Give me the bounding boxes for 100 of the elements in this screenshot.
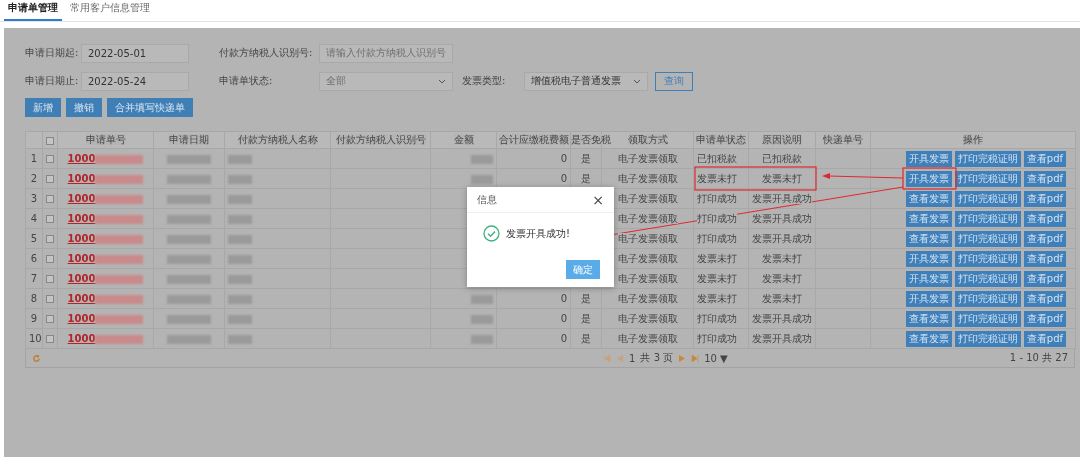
field-label: 发票类型: (462, 74, 507, 88)
order-number-link[interactable]: 1000 (67, 193, 96, 204)
row-action-button[interactable]: 查看pdf (1023, 270, 1066, 287)
redacted-mark (228, 194, 252, 204)
table-cell: 发票开具成功 (752, 332, 812, 344)
table-cell: 0 (560, 333, 567, 344)
row-action-button[interactable]: 查看发票 (905, 330, 952, 347)
row-action-button[interactable]: 查看pdf (1023, 210, 1066, 227)
row-action-button[interactable]: 打印完税证明 (954, 230, 1021, 247)
table-cell: 发票开具成功 (752, 212, 812, 224)
table-cell: 打印成功 (697, 232, 737, 244)
action-button[interactable]: 新增 (25, 98, 61, 117)
row-action-button[interactable]: 查看pdf (1023, 310, 1066, 327)
row-action-button[interactable]: 打印完税证明 (954, 190, 1021, 207)
row-action-button[interactable]: 打印完税证明 (954, 210, 1021, 227)
row-action-button[interactable]: 打印完税证明 (954, 310, 1021, 327)
date-field[interactable]: 2022-05-24 (81, 71, 189, 91)
invoice-type-select[interactable]: 增值税电子普通发票 (524, 71, 648, 91)
order-number-link[interactable]: 1000 (67, 213, 96, 224)
column-header: 是否免税 (571, 134, 611, 145)
row-action-button[interactable]: 查看pdf (1023, 190, 1066, 207)
order-number-link[interactable]: 1000 (67, 273, 96, 284)
checkbox[interactable] (46, 255, 54, 263)
checkbox[interactable] (46, 275, 54, 283)
checkbox[interactable] (46, 235, 54, 243)
row-action-button[interactable]: 查看发票 (905, 310, 952, 327)
column-header: 申请单状态 (696, 134, 746, 145)
row-action-button[interactable]: 查看发票 (905, 210, 952, 227)
last-page-icon[interactable] (691, 354, 700, 362)
row-action-button[interactable]: 开具发票 (905, 170, 952, 187)
table-cell: 电子发票领取 (617, 212, 678, 224)
tab[interactable]: 常用客户信息管理 (66, 1, 154, 21)
field-label: 申请日期起: (25, 46, 80, 60)
row-action-button[interactable]: 查看pdf (1023, 250, 1066, 267)
row-number: 4 (30, 213, 38, 224)
row-action-button[interactable]: 查看pdf (1023, 330, 1066, 347)
checkbox[interactable] (46, 155, 54, 163)
row-action-button[interactable]: 查看pdf (1023, 290, 1066, 307)
input-field[interactable]: 请输入付款方纳税人识别号 (319, 43, 453, 63)
table-cell: 电子发票领取 (617, 332, 678, 344)
checkbox[interactable] (46, 136, 54, 145)
row-action-button[interactable]: 打印完税证明 (954, 250, 1021, 267)
row-action-button[interactable]: 开具发票 (905, 290, 952, 307)
order-number-link[interactable]: 1000 (67, 313, 96, 324)
table-cell: 电子发票领取 (617, 272, 678, 284)
row-action-button[interactable]: 打印完税证明 (954, 170, 1021, 187)
status-select[interactable]: 全部 (319, 71, 453, 91)
row-action-button[interactable]: 查看pdf (1023, 150, 1066, 167)
redacted-mark (471, 174, 493, 184)
redacted-mark (167, 194, 211, 204)
row-number: 1 (30, 153, 38, 164)
confirm-button[interactable]: 确定 (566, 260, 600, 279)
column-header: 申请单号 (85, 134, 126, 145)
table-cell: 是 (581, 172, 591, 184)
page-size-select[interactable]: 10 ▼ (704, 352, 728, 364)
date-field[interactable]: 2022-05-01 (81, 43, 189, 63)
row-number: 9 (30, 313, 38, 324)
checkbox[interactable] (46, 195, 54, 203)
action-button[interactable]: 合并填写快递单 (107, 98, 193, 117)
row-action-button[interactable]: 查看发票 (905, 190, 952, 207)
redacted-mark (471, 334, 493, 344)
column-header: 原因说明 (762, 134, 802, 145)
row-number: 3 (30, 193, 38, 204)
order-number-link[interactable]: 1000 (67, 233, 96, 244)
redacted-mark (95, 214, 144, 224)
redacted-mark (95, 334, 144, 344)
order-number-link[interactable]: 1000 (67, 333, 96, 344)
row-action-button[interactable]: 打印完税证明 (954, 330, 1021, 347)
redacted-mark (95, 314, 144, 324)
row-action-button[interactable]: 查看pdf (1023, 230, 1066, 247)
checkbox[interactable] (46, 335, 54, 343)
checkbox[interactable] (46, 215, 54, 223)
row-action-button[interactable]: 打印完税证明 (954, 270, 1021, 287)
first-page-icon[interactable] (603, 354, 612, 362)
row-action-button[interactable]: 开具发票 (905, 270, 952, 287)
column-header: 合计应缴税费额 (498, 134, 569, 145)
previous-page-icon[interactable] (616, 354, 625, 362)
table-cell: 发票未打 (762, 272, 802, 284)
page-number[interactable]: 1 (629, 352, 636, 364)
refresh-icon[interactable] (32, 353, 41, 363)
row-action-button[interactable]: 打印完税证明 (954, 150, 1021, 167)
checkbox[interactable] (46, 315, 54, 323)
next-page-icon[interactable] (678, 354, 687, 362)
table-cell: 发票未打 (697, 292, 737, 304)
order-number-link[interactable]: 1000 (67, 253, 96, 264)
action-button[interactable]: 撤销 (66, 98, 102, 117)
close-button[interactable]: × (592, 191, 604, 208)
row-action-button[interactable]: 打印完税证明 (954, 290, 1021, 307)
row-action-button[interactable]: 查看发票 (905, 230, 952, 247)
tab[interactable]: 申请单管理 (4, 1, 62, 21)
checkbox[interactable] (46, 175, 54, 183)
row-action-button[interactable]: 开具发票 (905, 250, 952, 267)
field-label: 付款方纳税人识别号: (219, 46, 314, 60)
checkbox[interactable] (46, 295, 54, 303)
order-number-link[interactable]: 1000 (67, 153, 96, 164)
row-action-button[interactable]: 查看pdf (1023, 170, 1066, 187)
order-number-link[interactable]: 1000 (67, 293, 96, 304)
search-button[interactable]: 查询 (655, 71, 693, 91)
row-action-button[interactable]: 开具发票 (905, 150, 952, 167)
order-number-link[interactable]: 1000 (67, 173, 96, 184)
